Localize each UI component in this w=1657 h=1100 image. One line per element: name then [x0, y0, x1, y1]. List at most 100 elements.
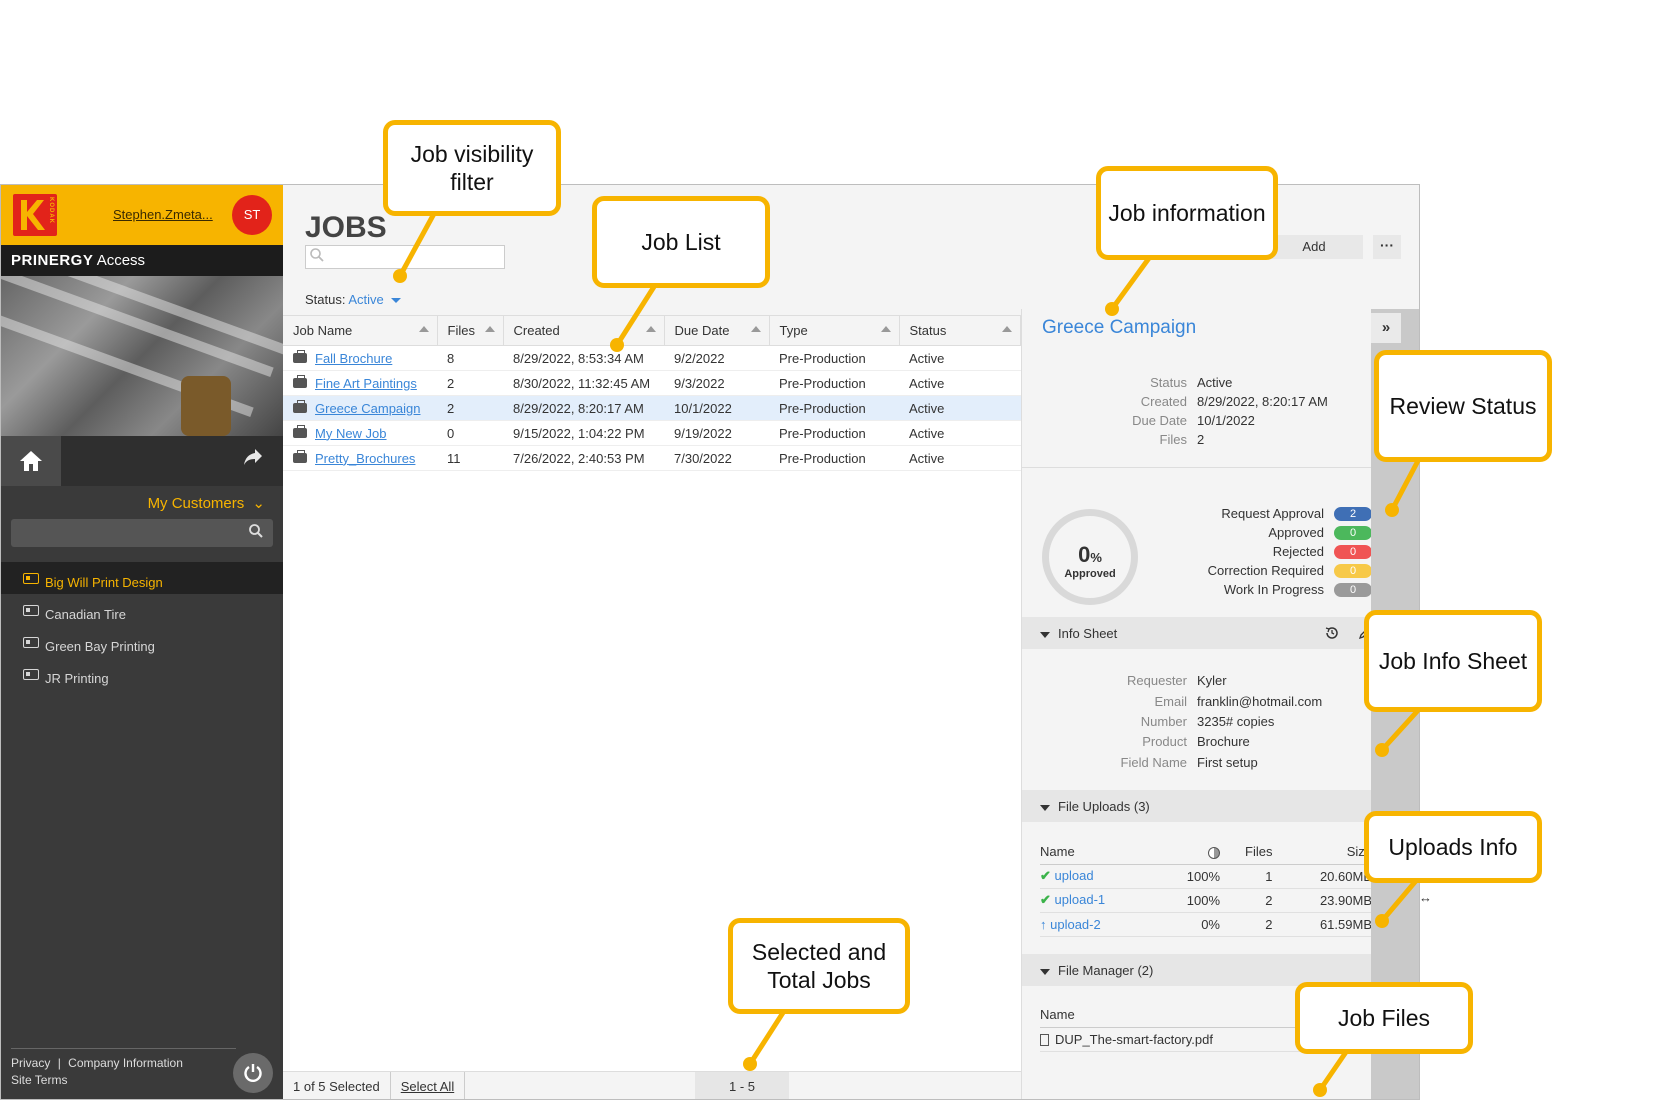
customer-list: Big Will Print Design Canadian Tire Gree… — [1, 562, 283, 690]
review-status-row: Request Approval 2 — [1022, 506, 1372, 521]
info-sheet-header[interactable]: Info Sheet — [1022, 617, 1391, 649]
customer-item[interactable]: Canadian Tire — [1, 594, 283, 626]
job-info-row: Status Active — [1150, 375, 1233, 390]
column-header-status[interactable]: Status — [899, 315, 1021, 346]
job-type: Pre-Production — [769, 395, 899, 421]
column-header-type[interactable]: Type — [769, 315, 900, 346]
checkmark-icon: ✔ — [1040, 892, 1051, 907]
site-terms-link[interactable]: Site Terms — [11, 1073, 67, 1087]
table-row[interactable]: My New Job 0 9/15/2022, 1:04:22 PM 9/19/… — [283, 420, 1021, 446]
file-name[interactable]: DUP_The-smart-factory.pdf — [1055, 1032, 1213, 1047]
privacy-link[interactable]: Privacy — [11, 1056, 50, 1070]
column-header-files[interactable]: Files — [437, 315, 504, 346]
jobs-footer: 1 of 5 Selected Select All 1 - 5 — [283, 1071, 1021, 1099]
job-due: 9/2/2022 — [664, 345, 769, 371]
more-options-button[interactable]: ··· — [1373, 235, 1401, 259]
job-search-input[interactable] — [305, 245, 505, 269]
job-name-link[interactable]: Fall Brochure — [315, 351, 392, 366]
status-filter[interactable]: Status: Active — [305, 292, 402, 307]
status-filter-value[interactable]: Active — [348, 292, 383, 307]
sidebar: KODAK Stephen.Zmeta... ST PRINERGY Acces… — [1, 185, 283, 1099]
file-uploads-header[interactable]: File Uploads (3) — [1022, 790, 1391, 822]
briefcase-icon — [293, 350, 307, 363]
upload-link[interactable]: upload-2 — [1050, 917, 1101, 932]
callout-job-list: Job List — [592, 196, 770, 288]
info-sheet-row: Requester Kyler — [1127, 673, 1227, 688]
info-sheet-row: Number 3235# copies — [1140, 714, 1275, 729]
job-created: 8/29/2022, 8:53:34 AM — [503, 345, 664, 371]
job-status: Active — [899, 370, 1021, 396]
sort-icon[interactable] — [880, 326, 891, 332]
avatar[interactable]: ST — [232, 195, 272, 235]
briefcase-icon — [293, 450, 307, 463]
job-info-row: Created 8/29/2022, 8:20:17 AM — [1140, 394, 1328, 409]
upload-link[interactable]: upload-1 — [1055, 892, 1106, 907]
sort-icon[interactable] — [645, 326, 656, 332]
callout-review-status: Review Status — [1374, 350, 1552, 462]
job-status: Active — [899, 445, 1021, 471]
contact-card-icon — [23, 668, 39, 680]
jobs-main: JOBS Status: Active Job Name Files Creat… — [283, 185, 1021, 1099]
customer-item[interactable]: Big Will Print Design — [1, 562, 283, 594]
home-icon[interactable] — [1, 436, 61, 486]
job-info-row: Files 2 — [1159, 432, 1205, 447]
user-name-link[interactable]: Stephen.Zmeta... — [113, 207, 213, 222]
share-icon[interactable] — [243, 448, 263, 472]
sort-icon[interactable] — [484, 326, 495, 332]
contact-card-icon — [23, 636, 39, 648]
job-info-row: Due Date 10/1/2022 — [1132, 413, 1255, 428]
customer-label: JR Printing — [45, 670, 109, 686]
count-badge: 0 — [1334, 563, 1372, 578]
page-title: JOBS — [305, 211, 387, 244]
uploads-table: Name Files Size ✔ upload 100% 1 20.60MB … — [1040, 840, 1372, 937]
job-files: 2 — [437, 370, 503, 396]
table-row[interactable]: Greece Campaign 2 8/29/2022, 8:20:17 AM … — [283, 395, 1021, 421]
collapse-chevron-icon[interactable]: » — [1371, 313, 1401, 343]
job-due: 10/1/2022 — [664, 395, 769, 421]
select-all-link[interactable]: Select All — [391, 1071, 466, 1099]
column-header-created[interactable]: Created — [503, 315, 665, 346]
job-name-link[interactable]: Pretty_Brochures — [315, 451, 415, 466]
add-button[interactable]: Add — [1265, 235, 1363, 259]
briefcase-icon — [293, 400, 307, 413]
expand-triangle-icon — [1040, 804, 1050, 811]
sort-icon[interactable] — [750, 326, 761, 332]
review-status-row: Rejected 0 — [1022, 544, 1372, 559]
company-info-link[interactable]: Company Information — [68, 1056, 183, 1070]
my-customers-dropdown[interactable]: My Customers ⌄ — [1, 486, 283, 516]
count-badge: 0 — [1334, 582, 1372, 597]
job-files: 2 — [437, 395, 503, 421]
upload-link[interactable]: upload — [1055, 868, 1094, 883]
contact-card-icon — [23, 604, 39, 616]
column-header-due-date[interactable]: Due Date — [664, 315, 770, 346]
brand-suffix: Access — [93, 252, 146, 269]
customer-item[interactable]: JR Printing — [1, 658, 283, 690]
job-name-link[interactable]: Greece Campaign — [315, 401, 421, 416]
customer-item[interactable]: Green Bay Printing — [1, 626, 283, 658]
job-name-link[interactable]: My New Job — [315, 426, 387, 441]
review-status-row: Work In Progress 0 — [1022, 582, 1372, 597]
hero-image — [1, 276, 283, 436]
job-created: 8/29/2022, 8:20:17 AM — [503, 395, 664, 421]
customer-label: Big Will Print Design — [45, 574, 163, 590]
table-row[interactable]: Fine Art Paintings 2 8/30/2022, 11:32:45… — [283, 370, 1021, 396]
sort-icon[interactable] — [1002, 326, 1012, 332]
job-due: 9/3/2022 — [664, 370, 769, 396]
brand-bold: PRINERGY — [11, 252, 94, 269]
table-row[interactable]: Pretty_Brochures 11 7/26/2022, 2:40:53 P… — [283, 445, 1021, 471]
info-sheet-row: Field Name First setup — [1120, 755, 1258, 770]
power-icon[interactable] — [233, 1053, 273, 1093]
sidebar-header: KODAK Stephen.Zmeta... ST — [1, 185, 283, 245]
job-name-link[interactable]: Fine Art Paintings — [315, 376, 417, 391]
job-due: 7/30/2022 — [664, 445, 769, 471]
uploads-col-files: Files — [1220, 840, 1273, 865]
customer-search-input[interactable] — [11, 519, 273, 547]
table-row[interactable]: ↑ upload-2 0% 2 61.59MB — [1040, 912, 1372, 937]
table-row[interactable]: ✔ upload-1 100% 2 23.90MB — [1040, 888, 1372, 913]
contact-card-icon — [23, 572, 39, 584]
history-icon[interactable] — [1324, 625, 1340, 641]
sort-icon[interactable] — [418, 326, 429, 332]
table-row[interactable]: ✔ upload 100% 1 20.60MB — [1040, 864, 1372, 889]
table-row[interactable]: Fall Brochure 8 8/29/2022, 8:53:34 AM 9/… — [283, 345, 1021, 371]
column-header-job-name[interactable]: Job Name — [283, 315, 438, 346]
